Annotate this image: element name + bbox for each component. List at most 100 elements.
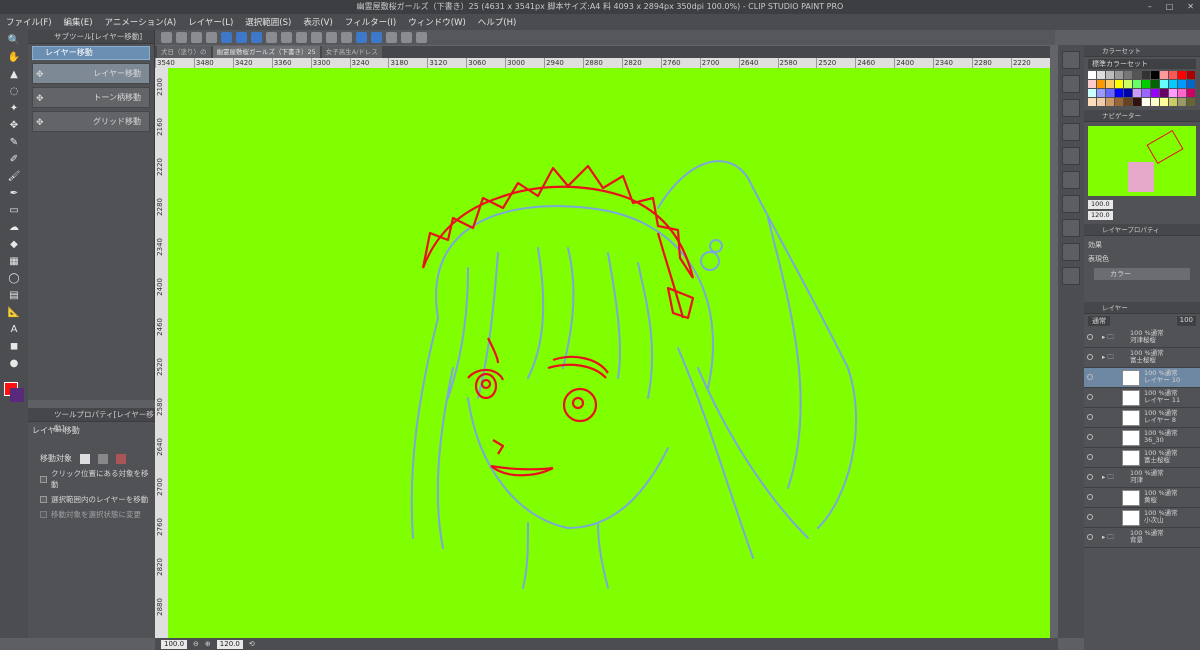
target-tone-icon[interactable] [98,453,108,464]
export-icon[interactable] [221,32,232,43]
menu-file[interactable]: ファイル(F) [6,16,52,28]
folder-icon[interactable]: ▸ 🗀 [1102,473,1114,484]
menu-help[interactable]: ヘルプ(H) [478,16,517,28]
color-swatch[interactable] [1088,89,1096,97]
sub-color-swatch[interactable] [10,388,24,402]
eye-icon[interactable] [1087,354,1093,360]
color-swatch[interactable] [1088,98,1096,106]
zoom-icon[interactable]: 🔍 [4,33,24,47]
cap-icon[interactable] [401,32,412,43]
magic-wand-icon[interactable]: ✦ [4,101,24,115]
folder-icon[interactable]: ▸ 🗀 [1102,333,1114,344]
eye-icon[interactable] [1087,534,1093,540]
color-swatch[interactable] [1160,71,1168,79]
rotate-icon[interactable]: ⟲ [249,640,255,648]
nav-angle[interactable]: 120.0 [1088,211,1113,220]
balloon-icon[interactable]: ◼ [4,339,24,353]
color-swatch[interactable] [1088,71,1096,79]
opacity-value[interactable]: 100 [1176,316,1196,326]
eye-icon[interactable] [1087,434,1093,440]
eye-icon[interactable] [1087,414,1093,420]
navigator-tab[interactable]: ナビゲーター [1084,110,1200,122]
layer-row[interactable]: 100 %通常 黄桜 [1084,488,1200,508]
eye-icon[interactable] [1087,334,1093,340]
color-swatch[interactable] [1178,80,1186,88]
drawing-canvas[interactable] [168,68,1050,638]
maximize-icon[interactable]: □ [1166,0,1174,14]
folder-icon[interactable]: ▸ 🗀 [1102,353,1114,364]
color-swatch[interactable] [1106,71,1114,79]
menu-layer[interactable]: レイヤー(L) [188,16,233,28]
figure-icon[interactable]: ◯ [4,271,24,285]
layer-tab[interactable]: レイヤー [1084,302,1200,314]
panel-toggle-icon[interactable] [1062,99,1080,117]
clear-icon[interactable] [326,32,337,43]
doc-tab[interactable]: 女子高生A/ドレス [321,46,382,58]
layer-row[interactable]: 100 %通常 レイヤー 10 [1084,368,1200,388]
save-icon[interactable] [206,32,217,43]
color-swatch[interactable] [1088,80,1096,88]
subtool-item-tone-move[interactable]: ✥ トーン柄移動 [32,87,150,108]
panel-toggle-icon[interactable] [1062,219,1080,237]
color-swatch[interactable] [1151,89,1159,97]
correction-icon[interactable]: ● [4,356,24,370]
color-swatch[interactable] [1133,71,1141,79]
crop-icon[interactable] [311,32,322,43]
panel-toggle-icon[interactable] [1062,51,1080,69]
option-select-target[interactable]: 移動対象を選択状態に変更 [40,509,155,520]
lasso-icon[interactable]: ◌ [4,84,24,98]
eye-icon[interactable] [1087,514,1093,520]
panel-toggle-icon[interactable] [1062,123,1080,141]
color-swatch[interactable] [1106,80,1114,88]
export2-icon[interactable] [236,32,247,43]
doc-tab[interactable]: 犬日（塗り）の [157,46,211,58]
color-swatch[interactable] [1133,80,1141,88]
layer-folder[interactable]: ▸ 🗀 100 %通常 背景 [1084,528,1200,548]
object-icon[interactable]: ▲ [4,67,24,81]
color-swatch[interactable] [1151,98,1159,106]
color-swatch[interactable] [1133,98,1141,106]
new-file-icon[interactable] [176,32,187,43]
layer-property-tab[interactable]: レイヤープロパティ [1084,224,1200,236]
eye-icon[interactable] [1087,394,1093,400]
color-swatch[interactable] [1169,89,1177,97]
close-icon[interactable]: ✕ [1187,0,1194,14]
color-swatch[interactable] [1160,89,1168,97]
blend-mode-select[interactable]: 通常 [1088,316,1110,326]
color-swatch[interactable] [1115,98,1123,106]
subtool-header[interactable]: レイヤー移動 [32,46,150,60]
target-layer-icon[interactable] [80,453,90,464]
color-swatch[interactable] [1142,89,1150,97]
color-swatch[interactable] [1187,80,1195,88]
color-swatch[interactable] [1160,80,1168,88]
color-swatch[interactable] [1178,98,1186,106]
layer-row[interactable]: 100 %通常 36_30 [1084,428,1200,448]
eye-icon[interactable] [1087,474,1093,480]
zoom-in-icon[interactable]: ⊕ [205,640,211,648]
color-swatch[interactable] [1124,71,1132,79]
color-swatch[interactable] [1142,71,1150,79]
expression-color-select[interactable]: カラー [1094,268,1190,280]
color-swatch-grid[interactable] [1088,71,1196,106]
layer-row[interactable]: 100 %通常 小次山 [1084,508,1200,528]
color-swatch[interactable] [1178,71,1186,79]
color-swatch[interactable] [1115,80,1123,88]
color-swatch[interactable] [1124,89,1132,97]
checkbox[interactable] [40,496,47,503]
subtool-item-layer-move[interactable]: ✥ レイヤー移動 [32,63,150,84]
color-swatch[interactable] [1187,89,1195,97]
layer-icon[interactable] [356,32,367,43]
export3-icon[interactable] [251,32,262,43]
checkbox[interactable] [40,475,47,483]
fill-icon[interactable] [341,32,352,43]
color-swatch[interactable] [1097,89,1105,97]
color-swatch[interactable] [1106,89,1114,97]
undo-icon[interactable] [266,32,277,43]
color-swatch[interactable] [1133,89,1141,97]
layer-folder[interactable]: ▸ 🗀 100 %通常 河津桜桜 [1084,328,1200,348]
brush-icon[interactable]: 🖌 [4,169,24,183]
layer-folder[interactable]: ▸ 🗀 100 %通常 河津 [1084,468,1200,488]
text-icon[interactable]: A [4,322,24,336]
navigator-preview[interactable] [1088,126,1196,196]
panel-toggle-icon[interactable] [1062,195,1080,213]
